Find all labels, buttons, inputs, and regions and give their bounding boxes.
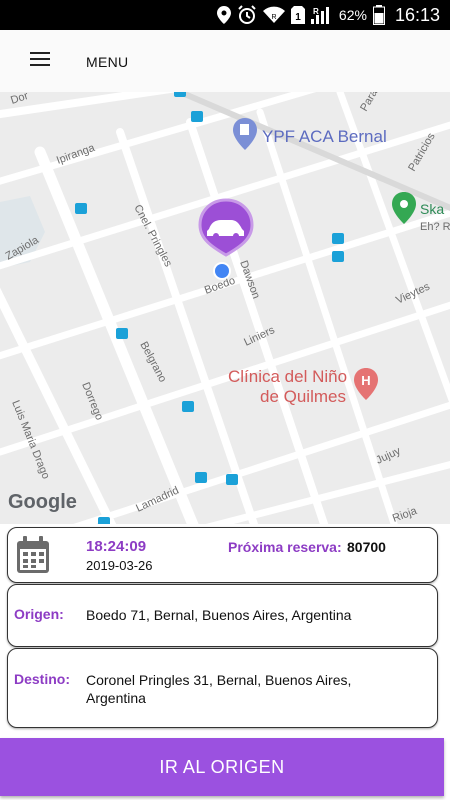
sim1-icon: 1: [290, 6, 305, 24]
reservation-card: 18:24:09 2019-03-26 Próxima reserva: 807…: [7, 527, 438, 583]
next-reservation-value: 80700: [347, 539, 386, 555]
place-label-ska: Ska: [420, 201, 444, 217]
svg-text:H: H: [361, 373, 370, 388]
origin-card: Origen: Boedo 71, Bernal, Buenos Aires, …: [7, 584, 438, 647]
clock-time: 16:13: [394, 4, 440, 25]
go-to-origin-button[interactable]: IR AL ORIGEN: [0, 738, 444, 796]
destination-card: Destino: Coronel Pringles 31, Bernal, Bu…: [7, 648, 438, 728]
google-logo: Google: [8, 491, 77, 513]
place-label-clinica-line2: de Quilmes: [260, 387, 346, 406]
status-icons: R 1 R 62% 16:13: [216, 0, 440, 30]
origin-address: Boedo 71, Bernal, Buenos Aires, Argentin…: [86, 607, 352, 623]
place-label-ypf: YPF ACA Bernal: [262, 127, 387, 146]
destination-label: Destino:: [14, 671, 70, 687]
calendar-icon: [17, 536, 49, 573]
destination-address: Coronel Pringles 31, Bernal, Buenos Aire…: [86, 672, 352, 706]
place-label-clinica-line1: Clínica del Niño: [228, 367, 347, 386]
battery-percent: 62%: [338, 7, 367, 23]
app-bar: MENU: [0, 30, 450, 92]
wifi-icon: R: [262, 6, 285, 23]
trip-date: 2019-03-26: [86, 558, 153, 573]
location-icon: [216, 6, 231, 24]
battery-icon: [372, 5, 385, 25]
svg-text:1: 1: [295, 12, 301, 23]
origin-label: Origen:: [14, 606, 64, 622]
svg-text:R: R: [271, 14, 276, 21]
menu-label[interactable]: MENU: [86, 54, 128, 70]
next-reservation-label: Próxima reserva:: [228, 539, 342, 555]
map-view[interactable]: H Dor Ipiranga Zapiola Cnel. Pringles Bo…: [0, 92, 450, 524]
svg-text:R: R: [313, 7, 319, 16]
map-canvas[interactable]: H Dor Ipiranga Zapiola Cnel. Pringles Bo…: [0, 92, 450, 524]
trip-info-panel: 18:24:09 2019-03-26 Próxima reserva: 807…: [0, 524, 450, 732]
place-label-ska-sub: Eh? R: [420, 221, 450, 233]
trip-time: 18:24:09: [86, 538, 147, 555]
hamburger-icon[interactable]: [30, 52, 50, 68]
alarm-icon: [238, 5, 256, 24]
signal-icon: R: [310, 7, 329, 24]
status-bar: R 1 R 62% 16:13: [0, 0, 450, 30]
my-location-dot: [213, 262, 231, 280]
